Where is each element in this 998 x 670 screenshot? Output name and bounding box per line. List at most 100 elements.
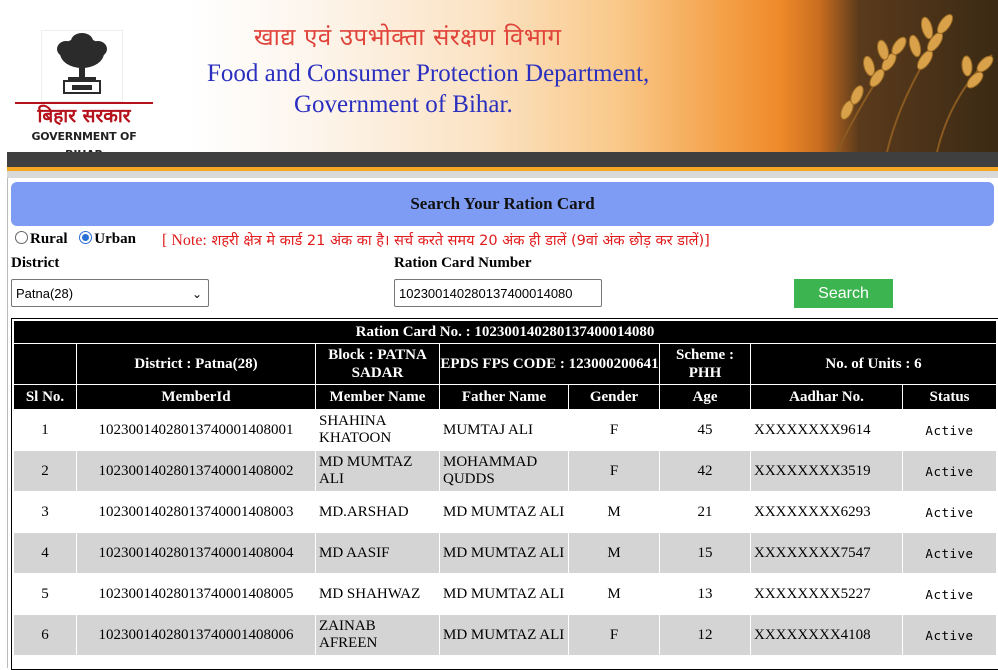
district-select[interactable]: Patna(28) ⌄ [11,279,209,307]
header-banner: बिहार सरकार GOVERNMENT OF BIHAR खाद्य एव… [7,0,998,152]
table-row: 1 102300140280137400014080​01 SHAHINA KH… [13,409,997,451]
cell-member-id: 102300140280137400014080​05 [76,573,316,615]
cell-member-name: MD.ARSHAD [315,491,440,533]
radio-rural-button[interactable] [15,231,28,245]
cell-sl-no: 3 [13,491,77,533]
card-summary-row: District : Patna(28) Block : PATNA SADAR… [13,343,997,385]
summary-units: No. of Units : 6 [750,343,997,385]
cell-age: 21 [659,491,751,533]
cell-status: Active [902,532,997,574]
cell-member-id: 102300140280137400014080​03 [76,491,316,533]
summary-blank-cell [13,343,77,385]
cell-gender: F [568,409,660,451]
cell-gender: F [568,450,660,492]
cell-gender: M [568,532,660,574]
logo-english-text: GOVERNMENT OF BIHAR [15,128,153,152]
cell-age: 42 [659,450,751,492]
cell-father-name: MD MUMTAZ ALI [439,573,569,615]
district-select-value: Patna(28) [16,286,74,301]
cell-status: Active [902,614,997,656]
cell-member-name: MD SHAHWAZ [315,573,440,615]
radio-urban-button[interactable] [79,231,93,245]
cell-sl-no: 1 [13,409,77,451]
wheat-image [807,0,998,152]
radio-urban-label: Urban [94,231,136,248]
district-label: District [11,255,60,271]
cell-age: 13 [659,573,751,615]
cell-member-id: 102300140280137400014080​01 [76,409,316,451]
ration-card-number-value: 10230014028013740001408​0 [399,286,573,301]
col-header-member-name: Member Name [315,384,440,410]
cell-member-name: SHAHINA KHATOON [315,409,440,451]
cell-member-name: MD MUMTAZ ALI [315,450,440,492]
table-row: 2 102300140280137400014080​02 MD MUMTAZ … [13,450,997,492]
cell-aadhar-no: XXXXXXXX3519 [750,450,903,492]
cell-aadhar-no: XXXXXXXX4108 [750,614,903,656]
cell-aadhar-no: XXXXXXXX5227 [750,573,903,615]
ration-card-number-label: Ration Card Number [394,255,532,271]
cell-member-name: MD AASIF [315,532,440,574]
department-title-hindi: खाद्य एवं उपभोक्ता संरक्षण विभाग [254,23,562,51]
cell-member-id: 102300140280137400014080​04 [76,532,316,574]
note-prefix: [ Note: [162,232,207,249]
cell-aadhar-no: XXXXXXXX7547 [750,532,903,574]
cell-member-name: ZAINAB AFREEN [315,614,440,656]
cell-gender: F [568,614,660,656]
summary-district: District : Patna(28) [76,343,316,385]
ration-card-caption-row: Ration Card No. : 1023001402801374000140… [13,320,997,344]
cell-age: 45 [659,409,751,451]
cell-sl-no: 6 [13,614,77,656]
department-title-english: Food and Consumer Protection Department, [207,60,650,87]
search-panel: Search Your Ration Card Rural Urban [ No… [7,178,998,670]
table-row: 5 102300140280137400014080​05 MD SHAHWAZ… [13,573,997,615]
table-header-row: Sl No. MemberId Member Name Father Name … [13,384,997,410]
cell-sl-no: 2 [13,450,77,492]
col-header-status: Status [902,384,997,410]
radio-rural[interactable]: Rural [15,231,68,248]
ration-card-number-input[interactable]: 10230014028013740001408​0 [394,279,602,307]
cell-aadhar-no: XXXXXXXX9614 [750,409,903,451]
col-header-father-name: Father Name [439,384,569,410]
ration-card-caption: Ration Card No. : 1023001402801374000140… [13,320,997,344]
cell-status: Active [902,409,997,451]
ration-card-details-table: Ration Card No. : 1023001402801374000140… [11,318,998,670]
col-header-member-id: MemberId [76,384,316,410]
summary-block: Block : PATNA SADAR [315,343,440,385]
cell-status: Active [902,573,997,615]
radio-rural-label: Rural [30,231,68,248]
logo-hindi-text: बिहार सरकार [15,102,153,128]
table-row: 4 102300140280137400014080​04 MD AASIF M… [13,532,997,574]
summary-scheme: Scheme : PHH [659,343,751,385]
header-divider-gray [7,171,998,178]
government-title-english: Government of Bihar. [294,91,513,118]
cell-aadhar-no: XXXXXXXX6293 [750,491,903,533]
cell-sl-no: 5 [13,573,77,615]
col-header-gender: Gender [568,384,660,410]
table-row: 3 102300140280137400014080​03 MD.ARSHAD … [13,491,997,533]
cell-father-name: MD MUMTAZ ALI [439,614,569,656]
header-divider-dark [7,152,998,167]
note-text: शहरी क्षेत्र मे कार्ड 21 अंक का है। सर्च… [206,233,710,249]
summary-epds-code: EPDS FPS CODE : 123000200641 [439,343,660,385]
cell-status: Active [902,450,997,492]
col-header-age: Age [659,384,751,410]
area-radio-group: Rural Urban [15,231,136,248]
cell-father-name: MD MUMTAZ ALI [439,532,569,574]
cell-gender: M [568,573,660,615]
bodhi-tree-emblem-icon [41,30,123,102]
cell-member-id: 102300140280137400014080​02 [76,450,316,492]
radio-urban[interactable]: Urban [79,231,136,248]
col-header-aadhar-no: Aadhar No. [750,384,903,410]
cell-age: 12 [659,614,751,656]
cell-member-id: 102300140280137400014080​06 [76,614,316,656]
bihar-govt-logo: बिहार सरकार GOVERNMENT OF BIHAR [15,30,153,152]
cell-gender: M [568,491,660,533]
cell-age: 15 [659,532,751,574]
search-note: [ Note: शहरी क्षेत्र मे कार्ड 21 अंक का … [162,230,710,250]
search-button[interactable]: Search [794,279,893,308]
cell-sl-no: 4 [13,532,77,574]
cell-father-name: MOHAMMAD QUDDS [439,450,569,492]
chevron-down-icon: ⌄ [191,287,202,301]
cell-father-name: MD MUMTAZ ALI [439,491,569,533]
search-panel-title: Search Your Ration Card [11,182,994,226]
